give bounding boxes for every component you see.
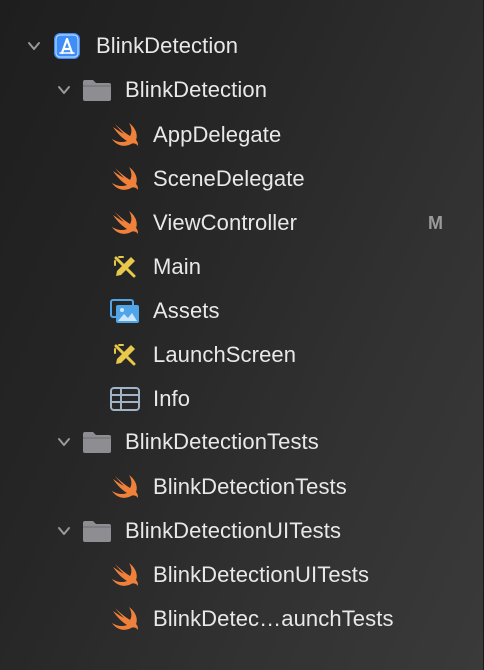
file-row-scenedelegate[interactable]: SceneDelegate [0, 157, 483, 201]
folder-icon [80, 514, 114, 548]
project-row[interactable]: BlinkDetection [0, 24, 483, 68]
file-row-viewcontroller[interactable]: ViewController M [0, 201, 483, 245]
folder-icon [80, 73, 114, 107]
file-label: Info [153, 386, 191, 411]
group-label: BlinkDetectionUITests [125, 518, 342, 543]
file-row-blinkdetectiontests[interactable]: BlinkDetectionTests [0, 465, 483, 509]
project-navigator: BlinkDetection BlinkDetection AppDelegat… [0, 0, 484, 670]
modified-badge: M [428, 212, 443, 233]
group-row-blinkdetectiontests[interactable]: BlinkDetectionTests [0, 420, 483, 464]
file-row-launchscreen[interactable]: LaunchScreen [0, 333, 483, 377]
project-label: BlinkDetection [96, 33, 239, 58]
file-label: LaunchScreen [153, 342, 297, 367]
file-label: BlinkDetectionTests [153, 474, 347, 499]
swift-file-icon [108, 602, 142, 636]
asset-catalog-icon [108, 294, 142, 328]
file-label: BlinkDetectionUITests [153, 562, 370, 587]
swift-file-icon [108, 118, 142, 152]
file-label: ViewController [153, 210, 298, 235]
plist-table-icon [108, 382, 142, 416]
file-row-assets[interactable]: Assets [0, 289, 483, 333]
file-label: BlinkDetec…aunchTests [153, 606, 394, 631]
chevron-down-icon[interactable] [24, 36, 44, 56]
swift-file-icon [108, 558, 142, 592]
file-label: Assets [153, 298, 220, 323]
swift-file-icon [108, 162, 142, 196]
xcode-project-icon [50, 29, 84, 63]
storyboard-icon [108, 338, 142, 372]
chevron-down-icon[interactable] [54, 432, 74, 452]
swift-file-icon [108, 206, 142, 240]
group-row-blinkdetectionuitests[interactable]: BlinkDetectionUITests [0, 509, 483, 553]
file-row-main[interactable]: Main [0, 245, 483, 289]
file-label: Main [153, 254, 202, 279]
storyboard-icon [108, 250, 142, 284]
file-row-info[interactable]: Info [0, 377, 483, 421]
file-row-launchtests[interactable]: BlinkDetec…aunchTests [0, 597, 483, 641]
group-label: BlinkDetectionTests [125, 429, 319, 454]
swift-file-icon [108, 470, 142, 504]
file-label: SceneDelegate [153, 166, 305, 191]
file-row-blinkdetectionuitests[interactable]: BlinkDetectionUITests [0, 553, 483, 597]
group-label: BlinkDetection [125, 77, 268, 102]
chevron-down-icon[interactable] [54, 521, 74, 541]
group-row-blinkdetection[interactable]: BlinkDetection [0, 68, 483, 112]
file-row-appdelegate[interactable]: AppDelegate [0, 113, 483, 157]
file-label: AppDelegate [153, 122, 282, 147]
chevron-down-icon[interactable] [54, 80, 74, 100]
folder-icon [80, 425, 114, 459]
